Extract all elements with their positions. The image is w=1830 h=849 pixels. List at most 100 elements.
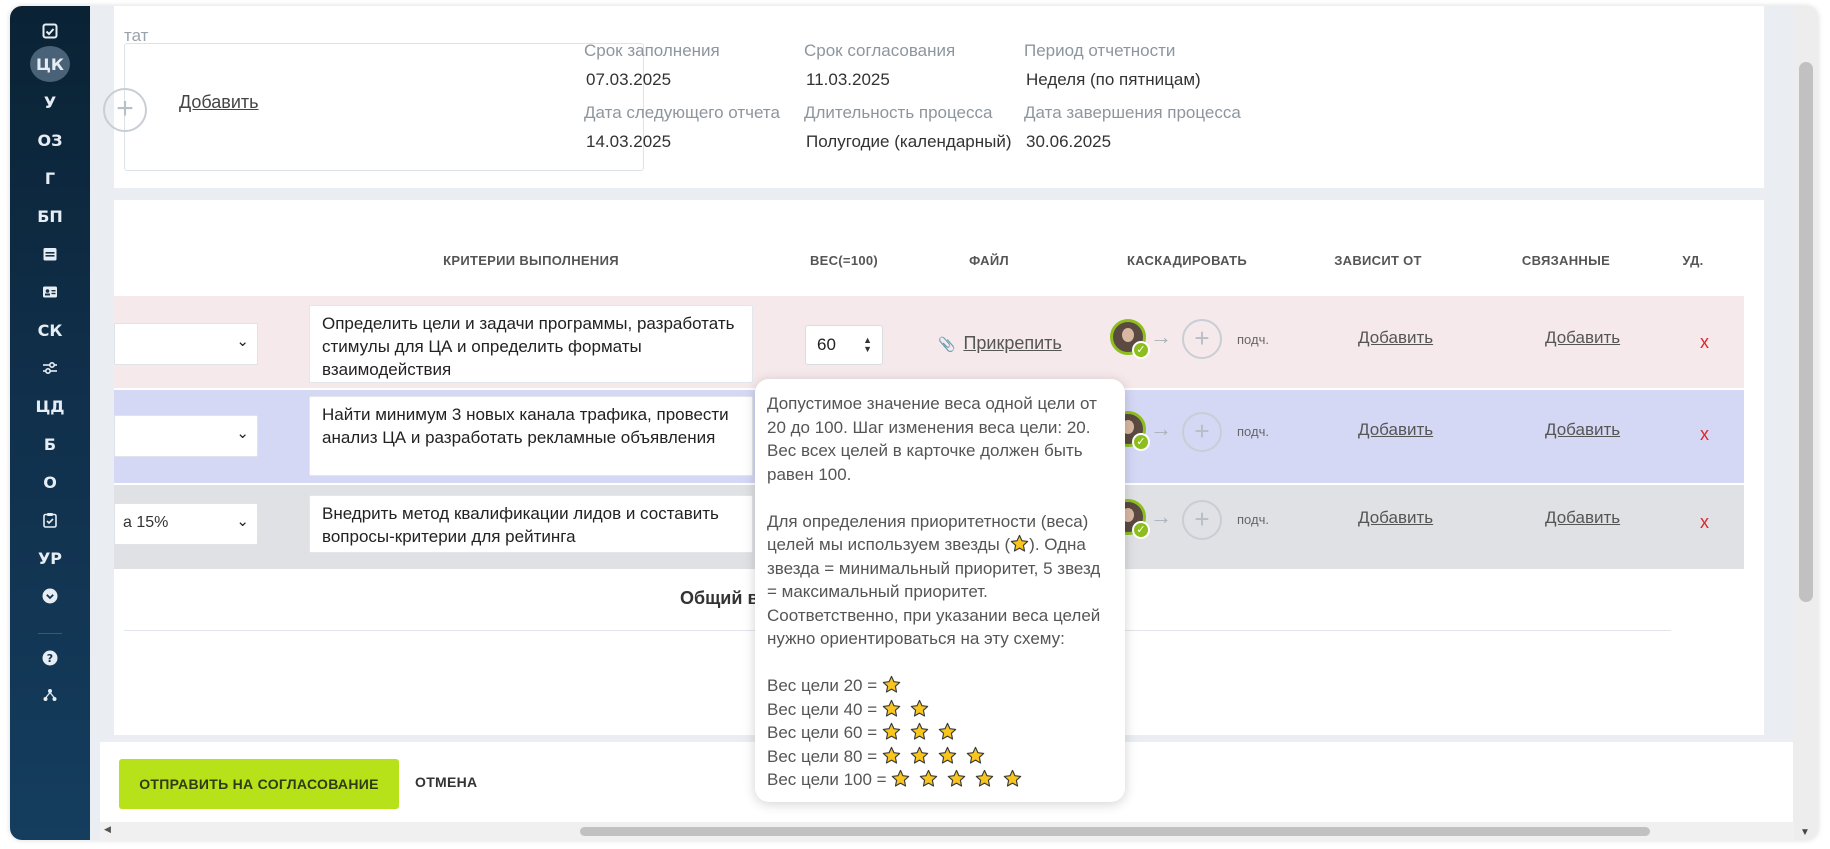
criteria-field[interactable]: Внедрить метод квалификации лидов и сост… — [309, 495, 753, 553]
weight-scale-label: Вес цели 20 = — [767, 676, 882, 695]
sidebar-item-sk[interactable]: СК — [10, 312, 90, 348]
avatar[interactable]: ✓ — [1110, 319, 1150, 359]
sidebar-item-more[interactable] — [10, 578, 90, 614]
add-box: + Добавить — [103, 43, 644, 171]
scrollbar-thumb[interactable] — [580, 827, 1650, 836]
goal-select[interactable]: ⌄ — [114, 323, 258, 365]
fill-deadline-label: Срок заполнения — [584, 41, 720, 60]
next-report-date-value: 14.03.2025 — [586, 132, 672, 151]
star-icon — [882, 699, 901, 718]
plus-icon: + — [1194, 504, 1210, 534]
weight-scale-row: Вес цели 80 = — [767, 745, 1113, 769]
sidebar-item-network[interactable] — [10, 677, 90, 713]
add-related-link[interactable]: Добавить — [1545, 508, 1620, 528]
column-header-weight: ВЕС(=100) — [809, 253, 879, 268]
sidebar-item-oz[interactable]: ОЗ — [10, 122, 90, 158]
sidebar-item-label: ЦК — [30, 46, 70, 82]
add-dependency-link[interactable]: Добавить — [1358, 420, 1433, 440]
star-icon — [1003, 769, 1022, 788]
star-icon — [891, 769, 910, 788]
id-card-icon — [43, 286, 57, 298]
sidebar-item-bp[interactable]: БП — [10, 198, 90, 234]
add-dependency-link[interactable]: Добавить — [1358, 328, 1433, 348]
star-icon — [882, 746, 901, 765]
checkbox-icon — [42, 23, 58, 39]
send-for-approval-button[interactable]: ОТПРАВИТЬ НА СОГЛАСОВАНИЕ — [119, 759, 399, 809]
cancel-button[interactable]: ОТМЕНА — [415, 774, 477, 790]
delete-row-button[interactable]: x — [1700, 332, 1709, 353]
column-header-delete: УД. — [1682, 253, 1704, 268]
scroll-down-icon[interactable]: ▼ — [1800, 827, 1810, 838]
scrollbar-thumb[interactable] — [1799, 62, 1813, 602]
weight-value: 60 — [817, 335, 836, 354]
star-icon — [910, 746, 929, 765]
star-icon — [910, 722, 929, 741]
add-link[interactable]: Добавить — [179, 92, 259, 113]
sidebar-item-ur[interactable]: УР — [10, 540, 90, 576]
criteria-field[interactable]: Определить цели и задачи программы, разр… — [309, 305, 753, 383]
sidebar-item-label: БП — [37, 206, 63, 226]
attach-file-button[interactable]: 📎 Прикрепить — [938, 333, 1062, 354]
tooltip-paragraph: Допустимое значение веса одной цели от 2… — [767, 394, 1097, 484]
scroll-left-icon[interactable]: ◀ — [104, 824, 111, 835]
weight-stepper[interactable]: 60 ▲ ▼ — [805, 325, 883, 365]
sidebar-item-help[interactable]: ? — [10, 640, 90, 676]
sidebar-item-g[interactable]: Г — [10, 160, 90, 196]
vertical-scrollbar[interactable]: ▼ — [1794, 6, 1818, 840]
sidebar-divider — [38, 633, 62, 634]
svg-text:?: ? — [47, 652, 53, 665]
next-report-date-label: Дата следующего отчета — [584, 103, 780, 122]
process-duration-value: Полугодие (календарный) — [806, 132, 1012, 151]
sidebar-item-u[interactable]: У — [10, 84, 90, 120]
check-icon: ✓ — [1132, 521, 1150, 539]
sidebar-item-clipboard[interactable] — [10, 502, 90, 538]
add-subordinate-button[interactable]: + — [1182, 412, 1222, 452]
add-circle-button[interactable]: + — [103, 88, 147, 132]
fill-deadline-value: 07.03.2025 — [586, 70, 672, 89]
sidebar-item-calendar[interactable] — [10, 236, 90, 272]
paperclip-icon: 📎 — [938, 336, 956, 352]
reporting-period-label: Период отчетности — [1024, 41, 1176, 60]
sidebar-item-label: Б — [43, 434, 57, 454]
star-icon — [882, 675, 901, 694]
star-icon — [919, 769, 938, 788]
avatar-face — [1122, 328, 1134, 342]
add-subordinate-button[interactable]: + — [1182, 500, 1222, 540]
select-value: а 15% — [123, 514, 169, 531]
sidebar-item-label: ЦД — [35, 396, 65, 416]
sidebar-item-b[interactable]: Б — [10, 426, 90, 462]
criteria-field[interactable]: Найти минимум 3 новых канала трафика, пр… — [309, 396, 753, 476]
add-related-link[interactable]: Добавить — [1545, 328, 1620, 348]
chevron-down-circle-icon — [42, 588, 58, 604]
weight-star-scale: Вес цели 20 = Вес цели 40 = Вес цели 60 … — [767, 674, 1113, 792]
sidebar-item-cd[interactable]: ЦД — [10, 388, 90, 424]
column-header-related: СВЯЗАННЫЕ — [1521, 253, 1611, 268]
sidebar-item-checkbox[interactable] — [10, 13, 90, 49]
delete-row-button[interactable]: x — [1700, 424, 1709, 445]
sidebar-item-id-card[interactable] — [10, 274, 90, 310]
star-icon — [938, 722, 957, 741]
star-icon — [910, 699, 929, 718]
sidebar-item-ck[interactable]: ЦК — [10, 46, 90, 82]
spinner-arrows-icon[interactable]: ▲ ▼ — [863, 336, 872, 354]
process-duration-label: Длительность процесса — [804, 103, 993, 122]
goal-select[interactable]: ⌄ — [114, 415, 258, 457]
add-related-link[interactable]: Добавить — [1545, 420, 1620, 440]
column-header-criteria: КРИТЕРИИ ВЫПОЛНЕНИЯ — [443, 253, 619, 268]
sidebar-item-o[interactable]: О — [10, 464, 90, 500]
star-icon — [1010, 534, 1029, 553]
add-dependency-link[interactable]: Добавить — [1358, 508, 1433, 528]
sidebar-item-sliders[interactable] — [10, 350, 90, 386]
chevron-down-icon: ⌄ — [236, 333, 249, 350]
subordinate-label: подч. — [1237, 332, 1269, 347]
sidebar-item-label: СК — [37, 320, 63, 340]
add-subordinate-button[interactable]: + — [1182, 319, 1222, 359]
star-icon — [975, 769, 994, 788]
weight-scale-row: Вес цели 100 = — [767, 768, 1113, 792]
subordinate-label: подч. — [1237, 424, 1269, 439]
delete-row-button[interactable]: x — [1700, 512, 1709, 533]
subordinate-label: подч. — [1237, 512, 1269, 527]
goal-select[interactable]: а 15% ⌄ — [114, 503, 258, 545]
horizontal-scrollbar[interactable]: ◀ — [100, 822, 1794, 840]
attach-link: Прикрепить — [963, 333, 1062, 353]
